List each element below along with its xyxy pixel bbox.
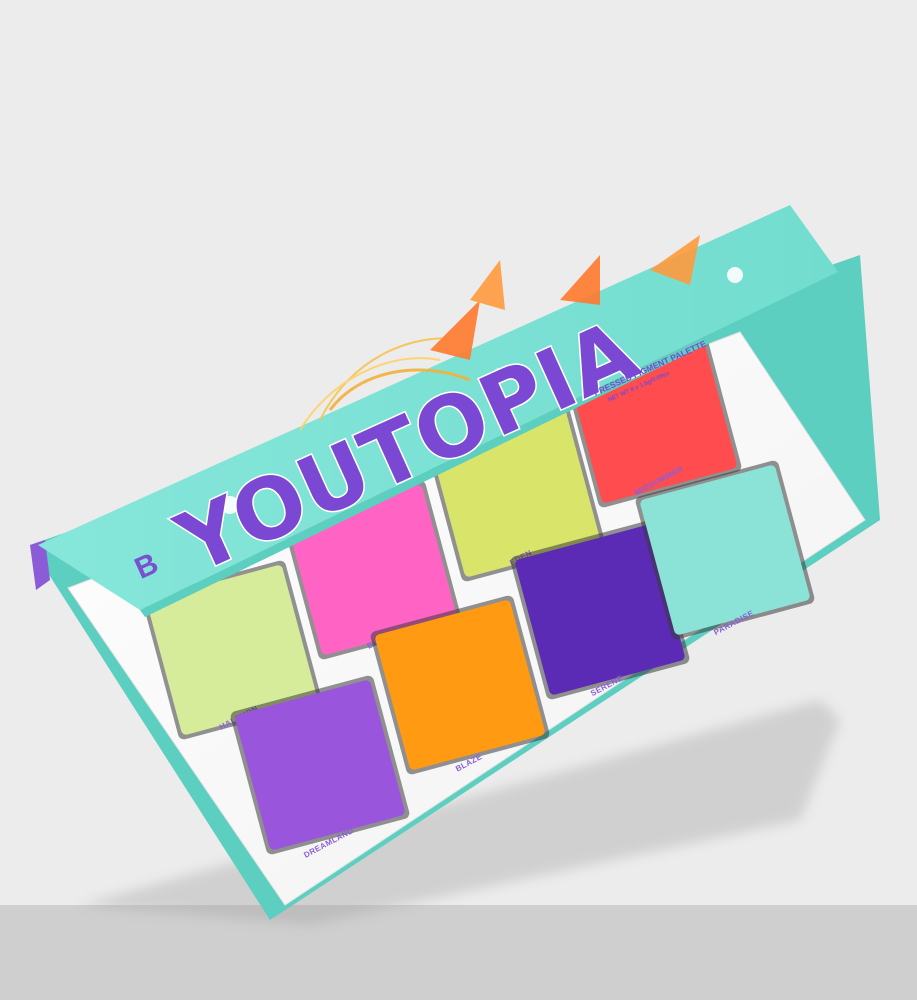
product-photo: HALCYONBLISSEDENMIDSUMMERDREAMLANDBLAZES… [30,205,880,925]
